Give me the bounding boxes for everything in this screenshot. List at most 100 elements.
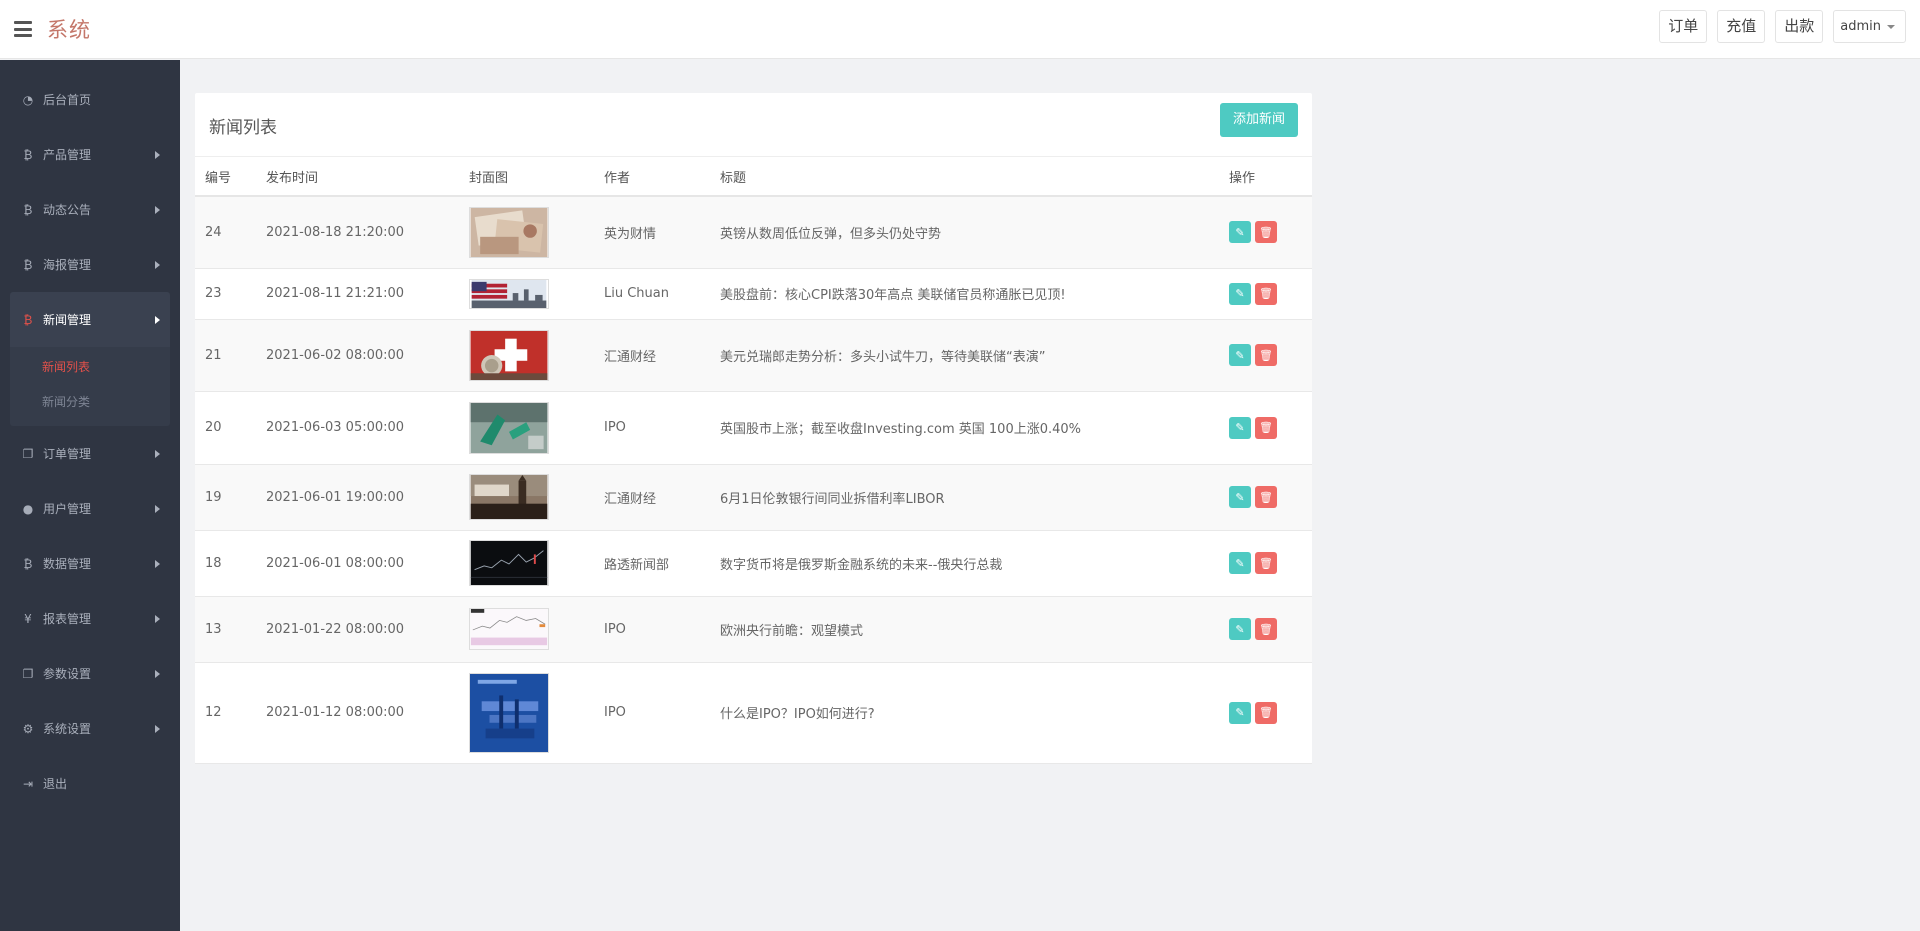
sidebar-item-label: 后台首页	[43, 93, 92, 107]
sidebar-item-products[interactable]: ₿ 产品管理	[0, 127, 180, 182]
row-id: 24	[195, 196, 256, 269]
trash-icon[interactable]: 🗑	[1255, 416, 1277, 439]
sidebar-item-label: 新闻管理	[43, 313, 92, 327]
row-title[interactable]: 什么是IPO？IPO如何进行?	[710, 662, 1219, 764]
cover-image-stock-sign[interactable]	[469, 401, 549, 454]
add-news-button[interactable]: 添加新闻	[1219, 103, 1298, 137]
row-author: 汇通财经	[594, 319, 710, 392]
trash-icon[interactable]: 🗑	[1255, 552, 1277, 574]
row-actions: ✎ 🗑	[1219, 530, 1312, 597]
column-header-cover[interactable]: 封面图	[459, 157, 594, 197]
table-row: 24 2021-08-18 21:20:00 英为财情 英镑从数周低位反弹，但多…	[195, 196, 1312, 269]
edit-icon[interactable]: ✎	[1229, 282, 1251, 305]
edit-icon[interactable]: ✎	[1229, 486, 1251, 508]
row-cover-cell	[459, 391, 594, 465]
row-cover-cell	[459, 530, 594, 597]
row-author: IPO	[594, 662, 710, 764]
row-time: 2021-01-12 08:00:00	[256, 662, 459, 764]
sidebar-item-params[interactable]: ❐ 参数设置	[0, 646, 180, 701]
user-name: admin	[1840, 19, 1881, 34]
sidebar-item-posters[interactable]: ₿ 海报管理	[0, 237, 180, 292]
sidebar-item-reports[interactable]: ¥ 报表管理	[0, 591, 180, 646]
table-row: 18 2021-06-01 08:00:00 路透新闻部 数字货币将是俄罗斯金融…	[195, 530, 1312, 597]
orders-button[interactable]: 订单	[1659, 10, 1708, 43]
trash-icon[interactable]: 🗑	[1255, 486, 1277, 508]
submenu-item-news-list[interactable]: 新闻列表	[10, 350, 170, 385]
row-time: 2021-06-01 08:00:00	[256, 530, 459, 597]
table-row: 19 2021-06-01 19:00:00 汇通财经 6月1日伦敦银行间同业拆…	[195, 464, 1312, 531]
news-table: 编号 发布时间 封面图 作者 标题 操作 24 2021-08-18 21:20…	[195, 157, 1312, 764]
sidebar-item-label: 系统设置	[43, 722, 92, 736]
column-header-title[interactable]: 标题	[710, 157, 1219, 197]
cover-image-line-chart[interactable]	[469, 608, 549, 650]
row-id: 23	[195, 268, 256, 320]
sidebar-item-system[interactable]: ⚙ 系统设置	[0, 701, 180, 756]
menu-toggle-icon[interactable]	[14, 21, 32, 37]
panel-header: 新闻列表 添加新闻	[195, 93, 1312, 157]
row-id: 13	[195, 596, 256, 663]
row-id: 12	[195, 662, 256, 764]
column-header-id[interactable]: 编号	[195, 157, 256, 197]
row-title[interactable]: 欧洲央行前瞻：观望模式	[710, 596, 1219, 663]
sidebar-item-users[interactable]: ● 用户管理	[0, 481, 180, 536]
table-row: 13 2021-01-22 08:00:00 IPO 欧洲央行前瞻：观望模式 ✎…	[195, 596, 1312, 663]
caret-right-icon	[155, 670, 160, 678]
column-header-time[interactable]: 发布时间	[256, 157, 459, 197]
yen-icon: ¥	[24, 611, 32, 626]
trash-icon[interactable]: 🗑	[1255, 221, 1277, 244]
row-title[interactable]: 美元兑瑞郎走势分析：多头小试牛刀，等待美联储“表演”	[710, 319, 1219, 392]
edit-icon[interactable]: ✎	[1229, 552, 1251, 574]
edit-icon[interactable]: ✎	[1229, 416, 1251, 439]
column-header-actions: 操作	[1219, 157, 1312, 197]
edit-icon[interactable]: ✎	[1229, 221, 1251, 244]
row-id: 19	[195, 464, 256, 531]
row-time: 2021-01-22 08:00:00	[256, 596, 459, 663]
trash-icon[interactable]: 🗑	[1255, 344, 1277, 366]
sidebar-item-label: 订单管理	[43, 447, 92, 461]
sidebar-item-orders[interactable]: ❐ 订单管理	[0, 426, 180, 481]
edit-icon[interactable]: ✎	[1229, 701, 1251, 724]
app-brand[interactable]: 系统	[47, 14, 91, 44]
caret-down-icon	[1887, 24, 1895, 29]
cover-image-ipo-graphic[interactable]	[469, 672, 549, 753]
row-actions: ✎ 🗑	[1219, 319, 1312, 392]
row-title[interactable]: 6月1日伦敦银行间同业拆借利率LIBOR	[710, 464, 1219, 531]
recharge-button[interactable]: 充值	[1717, 10, 1766, 43]
row-title[interactable]: 英镑从数周低位反弹，但多头仍处守势	[710, 196, 1219, 269]
trash-icon[interactable]: 🗑	[1255, 282, 1277, 305]
caret-right-icon	[155, 505, 160, 513]
sidebar-item-news[interactable]: ₿ 新闻管理	[10, 292, 170, 347]
row-time: 2021-08-18 21:20:00	[256, 196, 459, 269]
trash-icon[interactable]: 🗑	[1255, 701, 1277, 724]
cover-image-trading-chart[interactable]	[469, 540, 549, 586]
sidebar-item-dashboard[interactable]: ◔ 后台首页	[0, 72, 180, 127]
table-row: 21 2021-06-02 08:00:00 汇通财经 美元兑瑞郎走势分析：多头…	[195, 319, 1312, 392]
edit-icon[interactable]: ✎	[1229, 344, 1251, 366]
cover-image-swiss-flag[interactable]	[469, 329, 549, 381]
trash-icon[interactable]: 🗑	[1255, 618, 1277, 640]
row-title[interactable]: 美股盘前：核心CPI跌落30年高点 美联储官员称通胀已见顶!	[710, 268, 1219, 320]
row-time: 2021-06-03 05:00:00	[256, 391, 459, 465]
cover-image-london-skyline[interactable]	[469, 474, 549, 520]
cover-image-banknotes[interactable]	[469, 206, 549, 258]
user-icon: ●	[22, 501, 34, 516]
cover-image-us-flag[interactable]	[469, 278, 549, 309]
submenu-item-news-category[interactable]: 新闻分类	[10, 385, 170, 420]
caret-right-icon	[155, 206, 160, 214]
row-author: IPO	[594, 391, 710, 465]
sidebar-item-logout[interactable]: ⇥ 退出	[0, 756, 180, 811]
withdraw-button[interactable]: 出款	[1775, 10, 1824, 43]
row-title[interactable]: 英国股市上涨；截至收盘Investing.com 英国 100上涨0.40%	[710, 391, 1219, 465]
sidebar: ◔ 后台首页 ₿ 产品管理 ₿ 动态公告 ₿ 海报管理 ₿ 新闻管理 新闻列表 …	[0, 60, 180, 931]
sidebar-item-label: 动态公告	[43, 203, 92, 217]
row-actions: ✎ 🗑	[1219, 268, 1312, 320]
bitcoin-icon: ₿	[23, 147, 33, 162]
row-time: 2021-06-02 08:00:00	[256, 319, 459, 392]
column-header-author[interactable]: 作者	[594, 157, 710, 197]
user-dropdown[interactable]: admin	[1833, 10, 1906, 43]
row-title[interactable]: 数字货币将是俄罗斯金融系统的未来--俄央行总裁	[710, 530, 1219, 597]
edit-icon[interactable]: ✎	[1229, 618, 1251, 640]
sidebar-item-data[interactable]: ₿ 数据管理	[0, 536, 180, 591]
sidebar-item-announcements[interactable]: ₿ 动态公告	[0, 182, 180, 237]
row-author: Liu Chuan	[594, 268, 710, 320]
